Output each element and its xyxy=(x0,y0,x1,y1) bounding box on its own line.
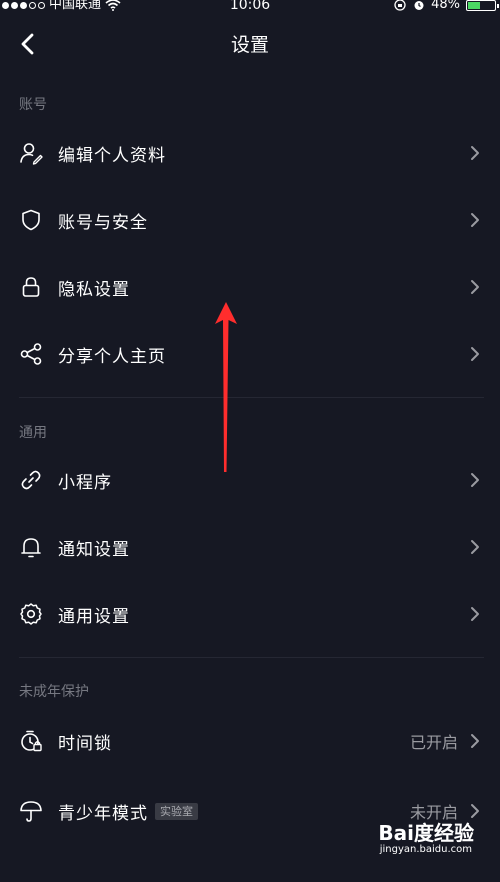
battery-fill xyxy=(468,1,481,9)
row-label: 账号与安全 xyxy=(58,212,148,233)
section-divider xyxy=(19,397,484,398)
row-label: 青少年模式 xyxy=(58,803,148,824)
shield-icon xyxy=(22,209,40,231)
row-label: 通知设置 xyxy=(58,539,130,560)
status-bar: 中国联通 10:06 48% xyxy=(0,0,500,14)
row-notification-settings[interactable]: 通知设置 xyxy=(0,514,500,580)
row-edit-profile[interactable]: 编辑个人资料 xyxy=(0,120,500,186)
nav-bar: 设置 xyxy=(0,14,500,74)
row-mini-programs[interactable]: 小程序 xyxy=(0,447,500,513)
row-share-profile[interactable]: 分享个人主页 xyxy=(0,321,500,387)
red-arrow-annotation xyxy=(215,302,237,472)
row-label: 编辑个人资料 xyxy=(58,145,166,166)
share-icon xyxy=(20,343,42,365)
settings-screen: 中国联通 10:06 48% 设置 账号 编辑个人资料 账号与安全 隐私设置 分… xyxy=(0,0,500,882)
gear-icon xyxy=(20,603,42,625)
row-label: 隐私设置 xyxy=(58,279,130,300)
row-label: 通用设置 xyxy=(58,606,130,627)
section-divider xyxy=(19,657,484,658)
edit-user-icon xyxy=(20,143,43,165)
battery-percent: 48% xyxy=(431,0,460,12)
status-right: 48% xyxy=(393,0,499,12)
row-privacy-settings[interactable]: 隐私设置 xyxy=(0,254,500,320)
row-value: 已开启 xyxy=(409,733,458,752)
chevron-right-icon xyxy=(471,347,479,361)
chevron-right-icon xyxy=(471,146,479,160)
watermark-logo: Bai度经验 xyxy=(378,821,474,845)
row-account-security[interactable]: 账号与安全 xyxy=(0,187,500,253)
baidu-jingyan-watermark: Bai度经验 jingyan.baidu.com xyxy=(374,817,474,862)
umbrella-icon xyxy=(20,801,42,822)
chevron-right-icon xyxy=(471,213,479,227)
chevron-right-icon xyxy=(471,540,479,554)
section-title-minor-protection: 未成年保护 xyxy=(19,684,89,700)
bell-icon xyxy=(21,538,41,558)
chevron-right-icon xyxy=(471,607,479,621)
row-time-lock[interactable]: 时间锁 已开启 xyxy=(0,708,500,774)
row-label: 分享个人主页 xyxy=(58,346,166,367)
watermark-url: jingyan.baidu.com xyxy=(379,844,472,855)
row-label: 小程序 xyxy=(58,472,112,493)
page-title: 设置 xyxy=(230,34,269,56)
lock-icon xyxy=(22,277,40,297)
battery-icon xyxy=(466,0,499,11)
section-title-account: 账号 xyxy=(19,97,47,113)
chevron-right-icon xyxy=(471,734,479,748)
link-icon xyxy=(21,470,41,490)
lab-badge: 实验室 xyxy=(155,802,198,820)
chevron-right-icon xyxy=(471,280,479,294)
time-lock-icon xyxy=(21,730,42,752)
row-general-settings[interactable]: 通用设置 xyxy=(0,581,500,647)
alarm-icon xyxy=(414,1,424,10)
section-title-general: 通用 xyxy=(19,425,47,441)
row-label: 时间锁 xyxy=(58,733,112,754)
chevron-right-icon xyxy=(471,473,479,487)
rotation-lock-icon xyxy=(394,0,406,11)
